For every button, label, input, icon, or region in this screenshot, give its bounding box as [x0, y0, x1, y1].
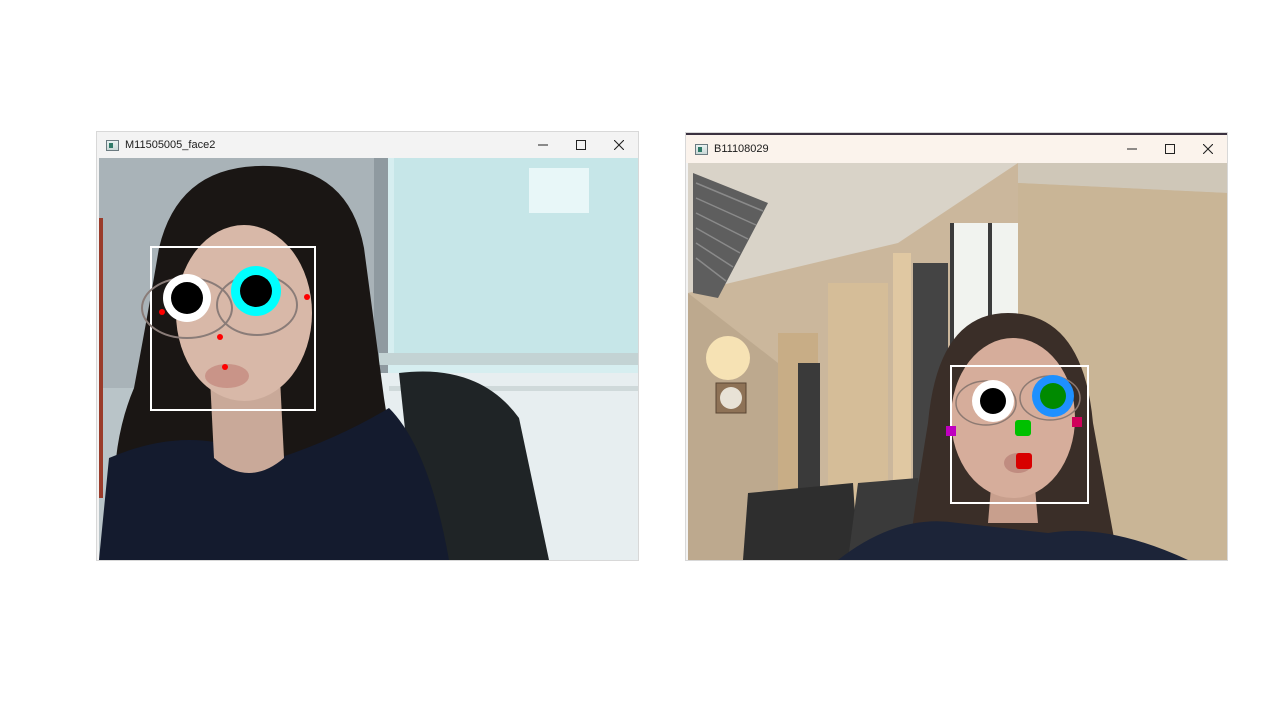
minimize-button[interactable] [1113, 135, 1151, 163]
close-button[interactable] [600, 132, 638, 158]
landmark-dot [304, 294, 310, 300]
app-icon [106, 139, 119, 151]
title-bar[interactable]: B11108029 [686, 135, 1227, 163]
maximize-button[interactable] [562, 132, 600, 158]
cheek-marker-right [1072, 417, 1082, 427]
maximize-icon [576, 140, 586, 150]
camera-frame-image [99, 158, 638, 560]
landmark-dot [159, 309, 165, 315]
landmark-dot [222, 364, 228, 370]
mouth-marker [1016, 453, 1032, 469]
camera-frame-image [688, 163, 1227, 560]
app-icon [695, 143, 708, 155]
close-icon [1203, 144, 1213, 154]
maximize-button[interactable] [1151, 135, 1189, 163]
camera-feed [688, 163, 1227, 560]
close-button[interactable] [1189, 135, 1227, 163]
landmark-dot [217, 334, 223, 340]
title-bar[interactable]: M11505005_face2 [97, 132, 638, 158]
maximize-icon [1165, 144, 1175, 154]
camera-window-2[interactable]: B11108029 [686, 133, 1227, 560]
minimize-icon [538, 144, 548, 146]
window-title: B11108029 [714, 143, 769, 155]
cheek-marker-left [946, 426, 956, 436]
camera-feed [99, 158, 638, 560]
close-icon [614, 140, 624, 150]
camera-window-1[interactable]: M11505005_face2 [97, 132, 638, 560]
minimize-icon [1127, 148, 1137, 150]
window-title: M11505005_face2 [125, 139, 216, 151]
nose-marker [1015, 420, 1031, 436]
minimize-button[interactable] [524, 132, 562, 158]
